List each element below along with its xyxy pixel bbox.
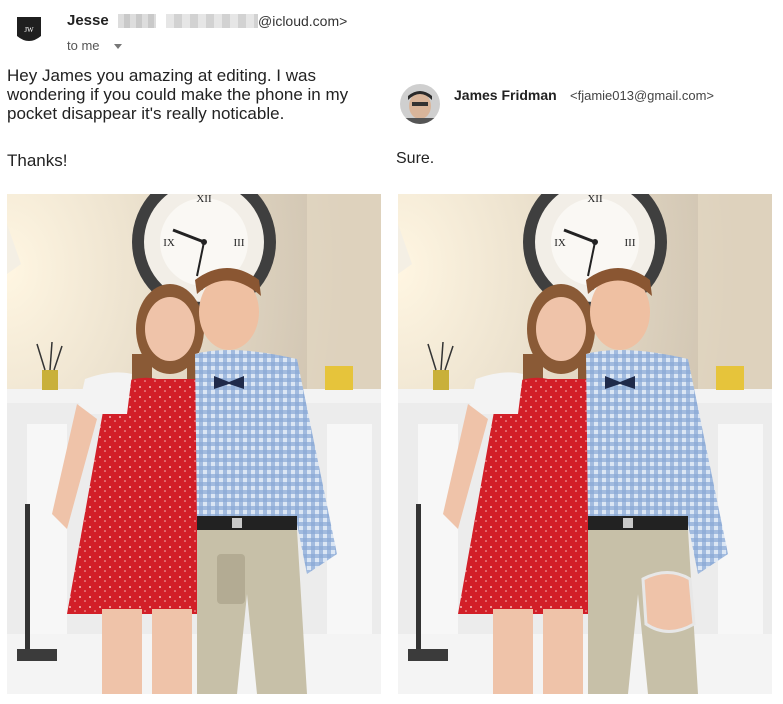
sender-email[interactable]: @icloud.com>: [258, 13, 347, 29]
redacted-name: [118, 14, 156, 28]
reply-sender-name[interactable]: James Fridman: [454, 87, 557, 103]
message-signoff: Thanks!: [7, 151, 68, 170]
reply-avatar: [400, 84, 440, 124]
chevron-down-icon[interactable]: [114, 44, 122, 49]
redacted-email: [166, 14, 258, 28]
avatar-initials: JW: [24, 26, 34, 34]
reply-body: Sure.: [396, 150, 435, 167]
original-photo: [7, 194, 381, 694]
edited-photo: [398, 194, 772, 694]
reply-sender-email[interactable]: <fjamie013@gmail.com>: [570, 88, 714, 103]
message-body: Hey James you amazing at editing. I was …: [7, 66, 349, 123]
reply-panel: James Fridman <fjamie013@gmail.com> Sure…: [392, 0, 783, 704]
sender-avatar: JW: [16, 16, 42, 46]
sender-name[interactable]: Jesse: [67, 12, 109, 29]
recipient-line[interactable]: to me: [67, 38, 100, 53]
original-email-panel: JW Jesse @icloud.com> to me Hey James yo…: [0, 0, 390, 704]
